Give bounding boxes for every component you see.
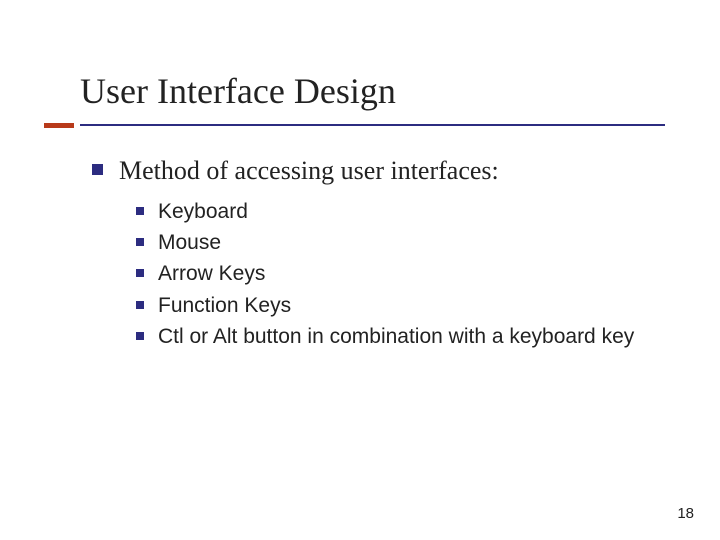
title-accent-bar: [44, 123, 74, 128]
bullet-level2: Keyboard: [136, 198, 665, 225]
bullet-level2-text: Arrow Keys: [158, 260, 265, 287]
slide-title: User Interface Design: [80, 70, 665, 122]
square-bullet-icon: [136, 238, 144, 246]
square-bullet-icon: [136, 269, 144, 277]
bullet-level2-text: Ctl or Alt button in combination with a …: [158, 323, 634, 350]
square-bullet-icon: [136, 301, 144, 309]
square-bullet-icon: [136, 332, 144, 340]
page-number: 18: [677, 505, 694, 522]
square-bullet-icon: [136, 207, 144, 215]
slide: User Interface Design Method of accessin…: [0, 0, 720, 540]
bullet-level2: Arrow Keys: [136, 260, 665, 287]
title-underline: [80, 124, 665, 126]
bullet-level1-text: Method of accessing user interfaces:: [119, 154, 499, 188]
bullet-level2-text: Function Keys: [158, 292, 291, 319]
title-block: User Interface Design: [80, 70, 665, 126]
bullet-level2: Ctl or Alt button in combination with a …: [136, 323, 665, 350]
content-area: Method of accessing user interfaces: Key…: [80, 154, 665, 350]
square-bullet-icon: [92, 164, 103, 175]
bullet-level2-text: Mouse: [158, 229, 221, 256]
bullet-level2-text: Keyboard: [158, 198, 248, 225]
bullet-level2: Mouse: [136, 229, 665, 256]
sub-bullet-list: Keyboard Mouse Arrow Keys Function Keys …: [92, 198, 665, 350]
bullet-level1: Method of accessing user interfaces:: [92, 154, 665, 188]
bullet-level2: Function Keys: [136, 292, 665, 319]
